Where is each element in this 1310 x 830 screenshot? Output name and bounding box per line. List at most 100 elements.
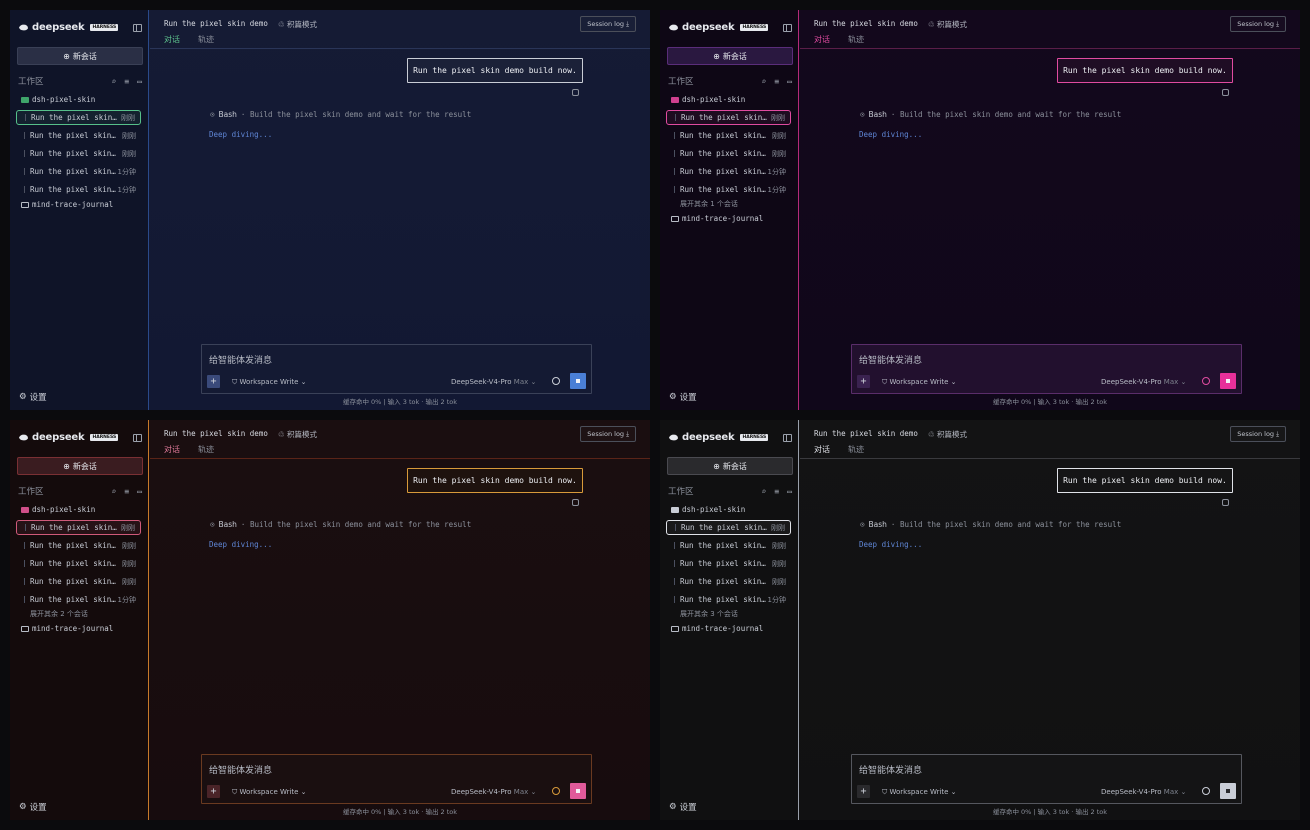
session-item[interactable]: Run the pixel skin… 刚刚 [666,538,791,553]
project-folder-open[interactable]: dsh-pixel-skin [671,505,745,514]
session-item[interactable]: Run the pixel skin… 1分钟 [666,164,791,179]
tab-trace[interactable]: 轨迹 [848,444,864,459]
composer[interactable]: 给智能体发消息 + ⛉ Workspace Write ⌄ DeepSeek-V… [851,344,1242,394]
attach-button[interactable]: + [857,785,870,798]
sidebar-toggle-icon[interactable] [783,434,792,442]
workspace-permission-select[interactable]: ⛉ Workspace Write ⌄ [232,378,307,387]
session-item[interactable]: Run the pixel skin… 1分钟 [16,182,141,197]
session-log-button[interactable]: Session log ⤓ [1230,16,1286,32]
project-folder-open[interactable]: dsh-pixel-skin [671,95,745,104]
send-button[interactable] [1220,373,1236,389]
session-item[interactable]: Run the pixel skin… 刚刚 [666,520,791,535]
settings-button[interactable]: ⚙ 设置 [19,391,47,403]
filter-icon[interactable]: ≡ [774,77,779,86]
expand-more-sessions[interactable]: 展开其余 1 个会话 [680,199,738,209]
message-input[interactable]: 给智能体发消息 [209,353,272,366]
copy-icon[interactable] [1222,89,1229,96]
plan-mode-toggle[interactable]: ♲ 积篇模式 [928,19,967,30]
workspace-permission-select[interactable]: ⛉ Workspace Write ⌄ [232,788,307,797]
tab-chat[interactable]: 对话 [814,444,830,459]
model-select[interactable]: DeepSeek-V4-Pro Max ⌄ [451,788,536,796]
session-item[interactable]: Run the pixel skin… 刚刚 [666,110,791,125]
session-item[interactable]: Run the pixel skin… 1分钟 [16,164,141,179]
tab-trace[interactable]: 轨迹 [848,34,864,49]
expand-more-sessions[interactable]: 展开其余 2 个会话 [30,609,88,619]
session-item[interactable]: Run the pixel skin… 刚刚 [16,574,141,589]
send-button[interactable] [1220,783,1236,799]
session-item[interactable]: Run the pixel skin… 刚刚 [16,146,141,161]
search-icon[interactable]: ⌕ [112,77,117,86]
session-log-button[interactable]: Session log ⤓ [1230,426,1286,442]
project-folder-closed[interactable]: mind-trace-journal [671,214,763,223]
sidebar-toggle-icon[interactable] [783,24,792,32]
session-item[interactable]: Run the pixel skin… 刚刚 [16,110,141,125]
settings-button[interactable]: ⚙ 设置 [669,801,697,813]
new-chat-button[interactable]: ⊕ 新会话 [17,47,143,65]
new-chat-button[interactable]: ⊕ 新会话 [17,457,143,475]
session-item[interactable]: Run the pixel skin… 刚刚 [16,538,141,553]
session-log-button[interactable]: Session log ⤓ [580,16,636,32]
expand-more-sessions[interactable]: 展开其余 3 个会话 [680,609,738,619]
timer-icon[interactable] [552,377,560,385]
project-folder-open[interactable]: dsh-pixel-skin [21,505,95,514]
timer-icon[interactable] [1202,377,1210,385]
message-input[interactable]: 给智能体发消息 [859,353,922,366]
workspace-permission-select[interactable]: ⛉ Workspace Write ⌄ [882,788,957,797]
search-icon[interactable]: ⌕ [762,487,767,496]
plan-mode-toggle[interactable]: ♲ 积篇模式 [278,429,317,440]
workspace-permission-select[interactable]: ⛉ Workspace Write ⌄ [882,378,957,387]
filter-icon[interactable]: ≡ [774,487,779,496]
new-folder-icon[interactable]: ▭ [137,77,142,86]
copy-icon[interactable] [572,499,579,506]
filter-icon[interactable]: ≡ [124,77,129,86]
session-item[interactable]: Run the pixel skin… 刚刚 [666,146,791,161]
new-folder-icon[interactable]: ▭ [787,487,792,496]
tool-call[interactable]: ⊙ Bash · Build the pixel skin demo and w… [210,110,471,119]
tool-call[interactable]: ⊙ Bash · Build the pixel skin demo and w… [210,520,471,529]
tab-chat[interactable]: 对话 [814,34,830,49]
attach-button[interactable]: + [207,375,220,388]
timer-icon[interactable] [552,787,560,795]
tab-chat[interactable]: 对话 [164,444,180,459]
attach-button[interactable]: + [207,785,220,798]
tab-trace[interactable]: 轨迹 [198,34,214,49]
session-item[interactable]: Run the pixel skin… 刚刚 [666,128,791,143]
plan-mode-toggle[interactable]: ♲ 积篇模式 [278,19,317,30]
new-chat-button[interactable]: ⊕ 新会话 [667,457,793,475]
tab-trace[interactable]: 轨迹 [198,444,214,459]
message-input[interactable]: 给智能体发消息 [859,763,922,776]
send-button[interactable] [570,783,586,799]
settings-button[interactable]: ⚙ 设置 [669,391,697,403]
copy-icon[interactable] [1222,499,1229,506]
search-icon[interactable]: ⌕ [112,487,117,496]
new-folder-icon[interactable]: ▭ [787,77,792,86]
session-item[interactable]: Run the pixel skin… 1分钟 [666,182,791,197]
composer[interactable]: 给智能体发消息 + ⛉ Workspace Write ⌄ DeepSeek-V… [201,344,592,394]
session-item[interactable]: Run the pixel skin… 刚刚 [16,520,141,535]
project-folder-closed[interactable]: mind-trace-journal [21,624,113,633]
project-folder-open[interactable]: dsh-pixel-skin [21,95,95,104]
model-select[interactable]: DeepSeek-V4-Pro Max ⌄ [1101,788,1186,796]
session-item[interactable]: Run the pixel skin… 刚刚 [16,128,141,143]
session-item[interactable]: Run the pixel skin… 1分钟 [16,592,141,607]
sidebar-toggle-icon[interactable] [133,24,142,32]
settings-button[interactable]: ⚙ 设置 [19,801,47,813]
project-folder-closed[interactable]: mind-trace-journal [671,624,763,633]
project-folder-closed[interactable]: mind-trace-journal [21,200,113,209]
plan-mode-toggle[interactable]: ♲ 积篇模式 [928,429,967,440]
tool-call[interactable]: ⊙ Bash · Build the pixel skin demo and w… [860,110,1121,119]
send-button[interactable] [570,373,586,389]
session-item[interactable]: Run the pixel skin… 刚刚 [16,556,141,571]
new-folder-icon[interactable]: ▭ [137,487,142,496]
search-icon[interactable]: ⌕ [762,77,767,86]
filter-icon[interactable]: ≡ [124,487,129,496]
tool-call[interactable]: ⊙ Bash · Build the pixel skin demo and w… [860,520,1121,529]
session-item[interactable]: Run the pixel skin… 刚刚 [666,556,791,571]
attach-button[interactable]: + [857,375,870,388]
sidebar-toggle-icon[interactable] [133,434,142,442]
tab-chat[interactable]: 对话 [164,34,180,49]
copy-icon[interactable] [572,89,579,96]
session-item[interactable]: Run the pixel skin… 刚刚 [666,574,791,589]
model-select[interactable]: DeepSeek-V4-Pro Max ⌄ [451,378,536,386]
message-input[interactable]: 给智能体发消息 [209,763,272,776]
